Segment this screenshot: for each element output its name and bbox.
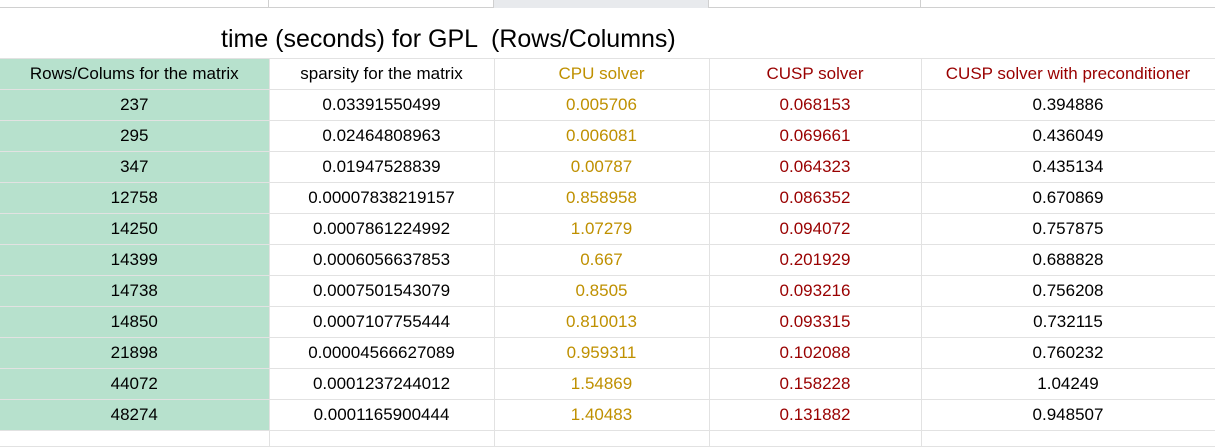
cell-cusp-solver[interactable]: 0.064323 [709, 151, 922, 183]
header-cpu-solver[interactable]: CPU solver [494, 58, 710, 90]
table-row: 14250 0.0007861224992 1.07279 0.094072 0.757… [0, 213, 1215, 245]
table-row: 295 0.02464808963 0.006081 0.069661 0.436049 [0, 120, 1215, 152]
cell-strip-c-selected[interactable] [494, 0, 709, 8]
table-row: 14738 0.0007501543079 0.8505 0.093216 0.7562… [0, 275, 1215, 307]
cell-rows-columns[interactable]: 21898 [0, 337, 270, 369]
table-row: 12758 0.00007838219157 0.858958 0.086352 0.6… [0, 182, 1215, 214]
empty-cell[interactable] [921, 430, 1215, 447]
cell-strip-a[interactable] [0, 0, 269, 8]
cell-sparsity[interactable]: 0.0006056637853 [269, 244, 495, 276]
cell-rows-columns[interactable]: 14399 [0, 244, 270, 276]
cell-cpu-solver[interactable]: 0.00787 [494, 151, 710, 183]
cell-rows-columns[interactable]: 14738 [0, 275, 270, 307]
cell-cusp-solver[interactable]: 0.068153 [709, 89, 922, 121]
table-row: 14399 0.0006056637853 0.667 0.201929 0.68882… [0, 244, 1215, 276]
cell-sparsity[interactable]: 0.00004566627089 [269, 337, 495, 369]
cell-rows-columns[interactable]: 237 [0, 89, 270, 121]
spreadsheet-grid[interactable]: time (seconds) for GPL (Rows/Columns) Ro… [0, 0, 1215, 447]
cell-cpu-solver[interactable]: 0.8505 [494, 275, 710, 307]
previous-row-strip [0, 0, 1215, 8]
cell-cusp-preconditioner[interactable]: 0.757875 [921, 213, 1215, 245]
cell-sparsity[interactable]: 0.0001237244012 [269, 368, 495, 400]
empty-cell[interactable] [709, 430, 922, 447]
cell-cusp-preconditioner[interactable]: 0.732115 [921, 306, 1215, 338]
cell-cusp-solver[interactable]: 0.086352 [709, 182, 922, 214]
cell-cusp-preconditioner[interactable]: 0.436049 [921, 120, 1215, 152]
header-cusp-solver[interactable]: CUSP solver [709, 58, 922, 90]
cell-sparsity[interactable]: 0.03391550499 [269, 89, 495, 121]
empty-cell[interactable] [494, 430, 710, 447]
table-row: 44072 0.0001237244012 1.54869 0.158228 1.042… [0, 368, 1215, 400]
empty-cell[interactable] [269, 430, 495, 447]
header-sparsity[interactable]: sparsity for the matrix [269, 58, 495, 90]
cell-cusp-preconditioner[interactable]: 0.670869 [921, 182, 1215, 214]
cell-cpu-solver[interactable]: 0.858958 [494, 182, 710, 214]
empty-cell[interactable] [0, 430, 270, 447]
cell-cusp-preconditioner[interactable]: 0.394886 [921, 89, 1215, 121]
cell-cusp-preconditioner[interactable]: 0.435134 [921, 151, 1215, 183]
cell-sparsity[interactable]: 0.00007838219157 [269, 182, 495, 214]
cell-cusp-solver[interactable]: 0.069661 [709, 120, 922, 152]
cell-rows-columns[interactable]: 12758 [0, 182, 270, 214]
cell-cusp-solver[interactable]: 0.102088 [709, 337, 922, 369]
cell-rows-columns[interactable]: 48274 [0, 399, 270, 431]
cell-rows-columns[interactable]: 14250 [0, 213, 270, 245]
cell-sparsity[interactable]: 0.0007861224992 [269, 213, 495, 245]
cell-sparsity[interactable]: 0.02464808963 [269, 120, 495, 152]
table-row: 14850 0.0007107755444 0.810013 0.093315 0.73… [0, 306, 1215, 338]
cell-sparsity[interactable]: 0.0001165900444 [269, 399, 495, 431]
empty-row [0, 430, 1215, 447]
table-row: 21898 0.00004566627089 0.959311 0.102088 0.7… [0, 337, 1215, 369]
cell-cpu-solver[interactable]: 0.006081 [494, 120, 710, 152]
cell-cusp-solver[interactable]: 0.093216 [709, 275, 922, 307]
cell-sparsity[interactable]: 0.01947528839 [269, 151, 495, 183]
cell-cusp-preconditioner[interactable]: 0.760232 [921, 337, 1215, 369]
cell-strip-b[interactable] [269, 0, 494, 8]
cell-strip-d[interactable] [709, 0, 921, 8]
cell-cusp-preconditioner[interactable]: 0.688828 [921, 244, 1215, 276]
cell-sparsity[interactable]: 0.0007107755444 [269, 306, 495, 338]
table-body: 237 0.03391550499 0.005706 0.068153 0.394886… [0, 89, 1215, 447]
results-table: Rows/Colums for the matrix sparsity for … [0, 58, 1215, 447]
cell-rows-columns[interactable]: 14850 [0, 306, 270, 338]
cell-cpu-solver[interactable]: 1.54869 [494, 368, 710, 400]
cell-cpu-solver[interactable]: 1.40483 [494, 399, 710, 431]
cell-cpu-solver[interactable]: 1.07279 [494, 213, 710, 245]
cell-cusp-preconditioner[interactable]: 0.756208 [921, 275, 1215, 307]
table-row: 237 0.03391550499 0.005706 0.068153 0.394886 [0, 89, 1215, 121]
cell-cpu-solver[interactable]: 0.959311 [494, 337, 710, 369]
title-row: time (seconds) for GPL (Rows/Columns) [0, 8, 1215, 58]
table-row: 347 0.01947528839 0.00787 0.064323 0.435134 [0, 151, 1215, 183]
header-cusp-preconditioner[interactable]: CUSP solver with preconditioner [921, 58, 1215, 90]
cell-rows-columns[interactable]: 44072 [0, 368, 270, 400]
cell-cusp-solver[interactable]: 0.094072 [709, 213, 922, 245]
cell-cpu-solver[interactable]: 0.667 [494, 244, 710, 276]
cell-strip-e[interactable] [921, 0, 1215, 8]
cell-cusp-solver[interactable]: 0.131882 [709, 399, 922, 431]
sheet-title[interactable]: time (seconds) for GPL (Rows/Columns) [221, 24, 676, 54]
cell-cusp-preconditioner[interactable]: 1.04249 [921, 368, 1215, 400]
cell-rows-columns[interactable]: 347 [0, 151, 270, 183]
cell-cusp-solver[interactable]: 0.201929 [709, 244, 922, 276]
cell-cpu-solver[interactable]: 0.005706 [494, 89, 710, 121]
cell-rows-columns[interactable]: 295 [0, 120, 270, 152]
cell-cusp-solver[interactable]: 0.093315 [709, 306, 922, 338]
cell-sparsity[interactable]: 0.0007501543079 [269, 275, 495, 307]
header-rows-columns[interactable]: Rows/Colums for the matrix [0, 58, 270, 90]
cell-cpu-solver[interactable]: 0.810013 [494, 306, 710, 338]
header-row: Rows/Colums for the matrix sparsity for … [0, 58, 1215, 90]
cell-cusp-preconditioner[interactable]: 0.948507 [921, 399, 1215, 431]
table-row: 48274 0.0001165900444 1.40483 0.131882 0.948… [0, 399, 1215, 431]
cell-cusp-solver[interactable]: 0.158228 [709, 368, 922, 400]
